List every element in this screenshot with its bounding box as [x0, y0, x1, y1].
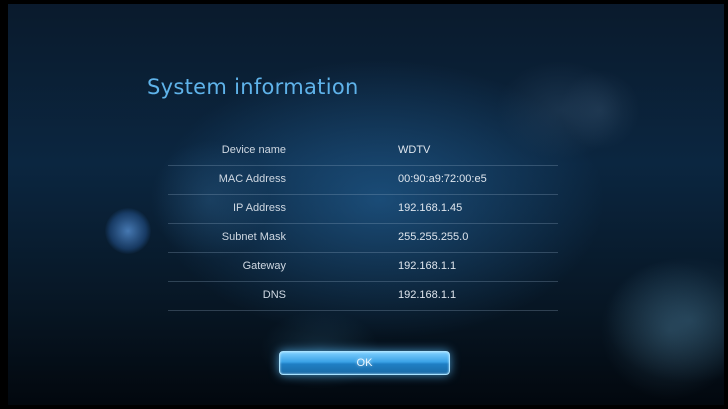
info-label: MAC Address: [218, 173, 286, 185]
info-label: DNS: [262, 289, 286, 301]
info-row-ip-address: IP Address 192.168.1.45: [168, 195, 558, 224]
ok-button[interactable]: OK: [279, 351, 450, 375]
info-row-dns: DNS 192.168.1.1: [168, 282, 558, 311]
ok-button-label: OK: [356, 357, 373, 369]
info-value: 192.168.1.45: [398, 202, 463, 214]
background-bokeh: [105, 208, 151, 254]
info-label: Gateway: [242, 260, 286, 272]
system-info-table: Device name WDTV MAC Address 00:90:a9:72…: [168, 137, 558, 311]
info-row-mac-address: MAC Address 00:90:a9:72:00:e5: [168, 166, 558, 195]
info-value: 192.168.1.1: [398, 289, 457, 301]
info-label: Subnet Mask: [221, 231, 286, 243]
info-row-subnet-mask: Subnet Mask 255.255.255.0: [168, 224, 558, 253]
info-label: IP Address: [233, 202, 286, 214]
info-value: 192.168.1.1: [398, 260, 457, 272]
system-information-screen: System information Device name WDTV MAC …: [0, 0, 728, 409]
info-value: 255.255.255.0: [398, 231, 469, 243]
info-row-device-name: Device name WDTV: [168, 137, 558, 166]
screen-border: [0, 0, 728, 4]
info-label: Device name: [221, 144, 286, 156]
page-title: System information: [147, 75, 359, 99]
screen-border: [724, 0, 728, 409]
info-value: 00:90:a9:72:00:e5: [398, 173, 487, 185]
background-bokeh: [260, 310, 380, 390]
background-bokeh: [600, 260, 728, 400]
screen-border: [0, 0, 8, 409]
info-row-gateway: Gateway 192.168.1.1: [168, 253, 558, 282]
info-value: WDTV: [398, 144, 431, 156]
screen-border: [0, 405, 728, 409]
background-bokeh: [560, 70, 640, 150]
